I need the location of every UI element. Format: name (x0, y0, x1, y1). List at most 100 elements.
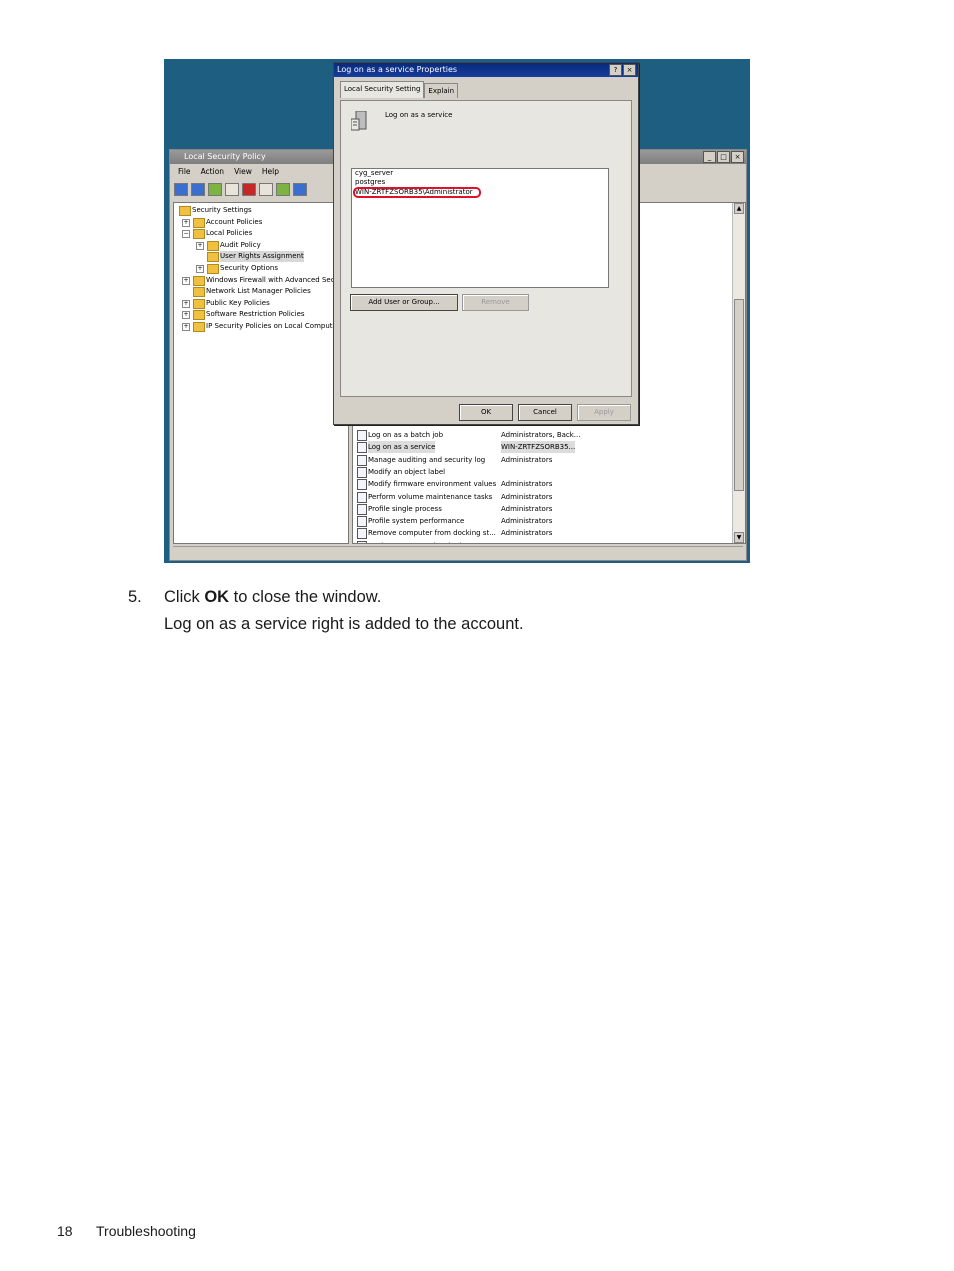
tab-local-security-setting[interactable]: Local Security Setting (340, 81, 425, 98)
folder-icon (193, 298, 205, 309)
list-scrollbar[interactable]: ▲ ▼ (732, 203, 745, 543)
tab-explain[interactable]: Explain (424, 83, 459, 98)
tree-expander-icon[interactable]: + (182, 218, 190, 227)
policy-setting-cell: Administrators (501, 517, 553, 526)
help-button[interactable]: ? (609, 64, 622, 76)
policy-row[interactable]: Log on as a service WIN-ZRTFZSORB35... (355, 441, 745, 454)
up-folder-icon[interactable] (208, 182, 222, 196)
policy-icon (357, 442, 367, 454)
footer-section-title: Troubleshooting (96, 1223, 196, 1239)
export-list-icon[interactable] (276, 182, 290, 196)
apply-button[interactable]: Apply (577, 404, 631, 421)
account-item[interactable]: cyg_server (355, 169, 393, 178)
policy-setting-cell: Administrators (501, 504, 553, 513)
delete-icon[interactable] (242, 182, 256, 196)
dialog-tabs: Local Security Setting Explain (340, 81, 459, 98)
close-button[interactable]: × (731, 151, 744, 163)
maximize-button[interactable]: □ (717, 151, 730, 163)
tree-expander-icon[interactable]: + (182, 323, 190, 331)
properties-dialog: Log on as a service Properties ? × Local… (333, 62, 639, 425)
policy-computer-icon (351, 111, 367, 131)
policy-row[interactable]: Modify an object label (355, 466, 745, 478)
cancel-button[interactable]: Cancel (518, 404, 572, 421)
tree-item-label: Public Key Policies (206, 298, 270, 307)
tree-item-label: IP Security Policies on Local Computer (206, 322, 340, 330)
tree-item-label: Account Policies (206, 217, 263, 226)
policy-row[interactable]: Replace a process level token LOCAL SERVI… (355, 540, 745, 543)
dialog-titlebar[interactable]: Log on as a service Properties ? × (334, 63, 638, 77)
policy-name-cell: Profile single process (368, 504, 442, 513)
tree-item-label: Windows Firewall with Advanced Sec... (206, 275, 342, 284)
policy-row[interactable]: Log on as a batch job Administrators, Bac… (355, 429, 745, 441)
folder-icon (193, 275, 205, 286)
folder-icon (179, 206, 191, 216)
account-item[interactable]: postgres (355, 178, 385, 187)
dialog-close-button[interactable]: × (623, 64, 636, 76)
forward-icon[interactable] (191, 182, 205, 196)
step-text-before: Click (164, 588, 205, 606)
step-result: Log on as a service right is added to th… (164, 615, 524, 633)
tree-expander-icon[interactable]: + (196, 265, 204, 273)
red-highlight-ring (353, 187, 481, 198)
policy-icon (357, 540, 367, 543)
policy-row[interactable]: Modify firmware environment values Admini… (355, 478, 745, 491)
policy-row[interactable]: Manage auditing and security log Administ… (355, 454, 745, 466)
policy-name-cell: Profile system performance (368, 517, 465, 526)
page-number: 18 (57, 1223, 73, 1239)
policy-setting-cell: WIN-ZRTFZSORB35... (501, 441, 576, 454)
policy-setting-cell: LOCAL SERVICE,NE... (501, 540, 574, 543)
folder-icon (193, 322, 205, 332)
policy-setting-cell: Administrators (501, 529, 553, 538)
menu-help[interactable]: Help (262, 166, 279, 178)
show-hide-tree-icon[interactable] (225, 182, 239, 196)
tree-item-label: Security Options (220, 264, 278, 272)
tree-item-label: Network List Manager Policies (206, 287, 311, 296)
policy-name-cell: Log on as a service (368, 441, 436, 454)
account-list[interactable]: cyg_server postgres WIN-ZRTFZSORB35\Admi… (351, 168, 609, 288)
folder-icon (207, 264, 219, 274)
menu-view[interactable]: View (234, 166, 252, 178)
folder-icon (207, 252, 219, 263)
tree-expander-icon[interactable]: + (182, 299, 190, 308)
tree-expander-icon[interactable]: − (182, 230, 190, 239)
ok-button[interactable]: OK (459, 404, 513, 421)
policy-name-cell: Perform volume maintenance tasks (368, 492, 493, 501)
tree-item-label: Security Settings (192, 206, 252, 214)
policy-row[interactable]: Profile single process Administrators (355, 503, 745, 515)
policy-setting-cell: Administrators, Back... (501, 431, 581, 439)
policy-row[interactable]: Perform volume maintenance tasks Administ… (355, 491, 745, 503)
policy-icon (357, 491, 367, 503)
policy-name-cell: Remove computer from docking st... (368, 529, 496, 538)
tree-expander-icon[interactable]: + (182, 276, 190, 285)
back-icon[interactable] (174, 182, 188, 196)
lsp-title: Local Security Policy (184, 152, 266, 161)
folder-icon (207, 240, 219, 251)
dialog-title: Log on as a service Properties (337, 65, 458, 74)
menu-action[interactable]: Action (201, 166, 225, 178)
policy-icon (357, 479, 367, 491)
folder-icon (193, 229, 205, 240)
step-text-bold: OK (204, 588, 230, 606)
scroll-down-icon[interactable]: ▼ (734, 532, 744, 543)
scroll-thumb[interactable] (734, 299, 744, 491)
menu-file[interactable]: File (178, 166, 191, 178)
tree-item-label: Audit Policy (220, 240, 261, 249)
tree-expander-icon[interactable]: + (196, 241, 204, 250)
tree-item-label: User Rights Assignment (220, 251, 304, 263)
policy-icon (357, 430, 367, 441)
tab-panel: Log on as a service cyg_server postgres … (340, 100, 632, 397)
tree-expander-icon[interactable]: + (182, 311, 190, 320)
properties-icon[interactable] (259, 182, 273, 196)
folder-icon (193, 287, 205, 298)
policy-icon (357, 503, 367, 515)
add-user-or-group-button[interactable]: Add User or Group... (350, 294, 458, 311)
minimize-button[interactable]: _ (703, 151, 716, 163)
policy-icon (357, 528, 367, 540)
remove-button[interactable]: Remove (462, 294, 529, 311)
policy-row[interactable]: Profile system performance Administrators (355, 515, 745, 528)
policy-row[interactable]: Remove computer from docking st... Admini… (355, 527, 745, 540)
policy-name-cell: Modify an object label (368, 467, 446, 476)
policy-setting-cell: Administrators (501, 455, 553, 464)
help-icon[interactable] (293, 182, 307, 196)
scroll-up-icon[interactable]: ▲ (734, 203, 744, 214)
